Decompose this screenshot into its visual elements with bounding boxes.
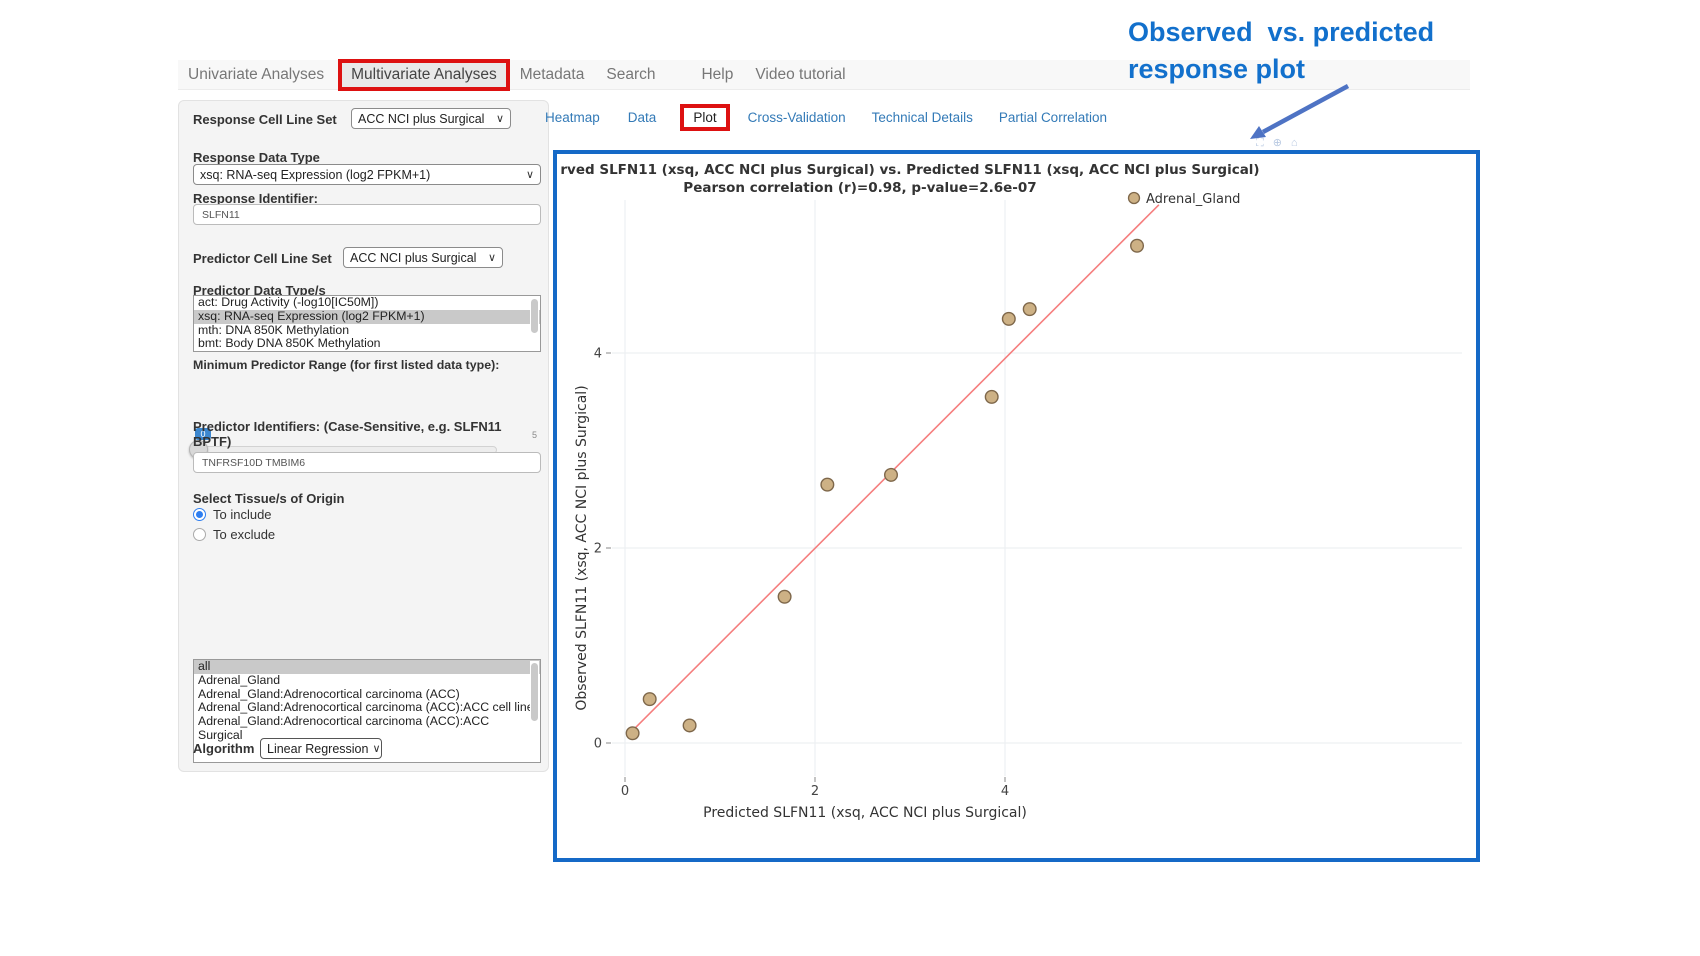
- data-point[interactable]: [985, 391, 998, 404]
- y-tick-label: 2: [594, 542, 602, 557]
- tab-data[interactable]: Data: [628, 110, 657, 125]
- scatter-plot: 0 2 4 0 2 4 rved SLFN11 (xsq, ACC NCI plus Sur…: [557, 154, 1476, 858]
- listbox-scrollbar[interactable]: [530, 661, 539, 761]
- radio-button-icon[interactable]: [193, 528, 206, 541]
- scrollbar-thumb[interactable]: [531, 663, 538, 721]
- list-option[interactable]: all: [194, 660, 540, 674]
- data-point[interactable]: [821, 478, 834, 491]
- home-icon[interactable]: ⌂: [1291, 137, 1298, 150]
- nav-item-multivariate-analyses[interactable]: Multivariate Analyses: [338, 59, 510, 91]
- nav-item-univariate-analyses[interactable]: Univariate Analyses: [188, 66, 324, 84]
- zoom-icon[interactable]: ⊕: [1273, 137, 1282, 150]
- slider-max-label: 5: [532, 430, 537, 440]
- data-point[interactable]: [1003, 313, 1016, 326]
- legend-label[interactable]: Adrenal_Gland: [1146, 192, 1240, 207]
- x-tick-label: 0: [621, 784, 629, 799]
- app-root: Univariate Analyses Multivariate Analyses…: [0, 0, 1700, 956]
- data-point[interactable]: [643, 693, 656, 706]
- list-option[interactable]: bmt: Body DNA 850K Methylation: [194, 337, 540, 351]
- radio-label: To exclude: [213, 527, 275, 542]
- nav-item-metadata[interactable]: Metadata: [520, 66, 585, 84]
- tab-plot[interactable]: Plot: [680, 104, 729, 131]
- predictor-identifiers-label: Predictor Identifiers: (Case-Sensitive, …: [193, 419, 523, 449]
- tab-cross-validation[interactable]: Cross-Validation: [748, 110, 846, 125]
- x-tick-label: 4: [1001, 784, 1009, 799]
- annotation-line2: response plot: [1128, 51, 1305, 88]
- plotly-modebar: ⛶ ⊕ ⌂: [1256, 137, 1298, 150]
- chevron-down-icon: ∨: [496, 112, 504, 125]
- nav-item-help[interactable]: Help: [701, 66, 733, 84]
- result-tabs: Heatmap Data Plot Cross-Validation Technical…: [545, 104, 1107, 130]
- list-option[interactable]: Adrenal_Gland:Adrenocortical carcinoma (…: [194, 688, 540, 702]
- response-cell-line-set-label: Response Cell Line Set: [193, 112, 337, 127]
- predictor-cell-line-set-select[interactable]: ACC NCI plus Surgical ∨: [343, 247, 503, 268]
- algorithm-select[interactable]: Linear Regression ∨: [260, 738, 382, 759]
- tissue-radio-to-include[interactable]: To include: [193, 507, 275, 522]
- chevron-down-icon: ∨: [488, 251, 496, 264]
- x-tick-label: 2: [811, 784, 819, 799]
- response-cell-line-set-select[interactable]: ACC NCI plus Surgical ∨: [351, 108, 511, 129]
- predictor-cell-line-set-label: Predictor Cell Line Set: [193, 251, 332, 266]
- predictor-data-types-listbox[interactable]: act: Drug Activity (-log10[IC50M])xsq: R…: [193, 295, 541, 352]
- listbox-scrollbar[interactable]: [530, 297, 539, 350]
- plot-subtitle: Pearson correlation (r)=0.98, p-value=2.…: [683, 180, 1036, 196]
- chevron-down-icon: ∨: [526, 168, 534, 181]
- data-point[interactable]: [626, 727, 639, 740]
- data-point[interactable]: [778, 590, 791, 603]
- legend-marker-icon[interactable]: [1129, 193, 1140, 204]
- radio-button-icon[interactable]: [193, 508, 206, 521]
- y-tick-label: 0: [594, 737, 602, 752]
- list-option[interactable]: xsq: RNA-seq Expression (log2 FPKM+1): [194, 310, 540, 324]
- y-tick-label: 4: [594, 347, 602, 362]
- chevron-down-icon: ∨: [372, 742, 380, 755]
- list-option[interactable]: act: Drug Activity (-log10[IC50M]): [194, 296, 540, 310]
- plot-title: rved SLFN11 (xsq, ACC NCI plus Surgical)…: [560, 162, 1259, 178]
- response-data-type-select[interactable]: xsq: RNA-seq Expression (log2 FPKM+1) ∨: [193, 164, 541, 185]
- scrollbar-thumb[interactable]: [531, 299, 538, 333]
- algorithm-value: Linear Regression: [267, 742, 368, 756]
- nav-item-video-tutorial[interactable]: Video tutorial: [755, 66, 845, 84]
- y-axis-title: Observed SLFN11 (xsq, ACC NCI plus Surgi…: [574, 385, 590, 710]
- response-identifier-input[interactable]: [193, 204, 541, 225]
- algorithm-label: Algorithm: [193, 741, 254, 756]
- response-data-type-label: Response Data Type: [193, 150, 320, 165]
- tissue-origin-label: Select Tissue/s of Origin: [193, 491, 344, 506]
- radio-label: To include: [213, 507, 272, 522]
- tissue-radio-to-exclude[interactable]: To exclude: [193, 527, 275, 542]
- annotation-line1: Observed vs. predicted: [1128, 14, 1434, 51]
- tissue-origin-radios: To include To exclude: [193, 507, 275, 542]
- nav-item-search[interactable]: Search: [606, 66, 655, 84]
- tab-heatmap[interactable]: Heatmap: [545, 110, 600, 125]
- data-point[interactable]: [1023, 303, 1036, 316]
- tab-partial-correlation[interactable]: Partial Correlation: [999, 110, 1107, 125]
- data-point[interactable]: [885, 469, 898, 482]
- list-option[interactable]: Adrenal_Gland: [194, 674, 540, 688]
- data-point[interactable]: [683, 719, 696, 732]
- min-predictor-range-label: Minimum Predictor Range (for first liste…: [193, 358, 499, 372]
- camera-icon[interactable]: ⛶: [1256, 137, 1264, 150]
- sidebar-panel: Response Cell Line Set ACC NCI plus Surg…: [178, 100, 549, 772]
- response-cell-line-set-value: ACC NCI plus Surgical: [358, 112, 484, 126]
- list-option[interactable]: mth: DNA 850K Methylation: [194, 324, 540, 338]
- predictor-identifiers-input[interactable]: [193, 452, 541, 473]
- data-point[interactable]: [1131, 239, 1144, 252]
- x-axis-title: Predicted SLFN11 (xsq, ACC NCI plus Surg…: [703, 805, 1027, 821]
- response-data-type-value: xsq: RNA-seq Expression (log2 FPKM+1): [200, 168, 430, 182]
- predictor-cell-line-set-value: ACC NCI plus Surgical: [350, 251, 476, 265]
- list-option[interactable]: Adrenal_Gland:Adrenocortical carcinoma (…: [194, 701, 540, 715]
- tab-technical-details[interactable]: Technical Details: [872, 110, 973, 125]
